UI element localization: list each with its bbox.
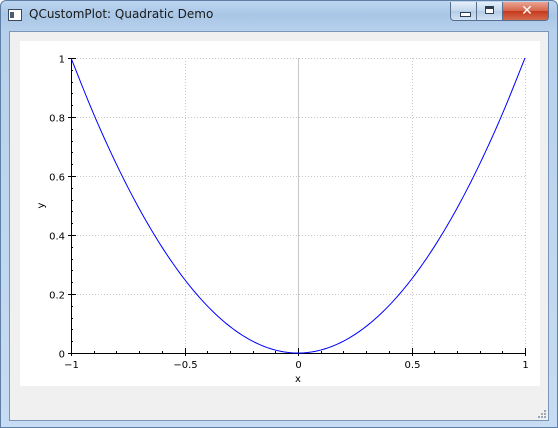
x-tick-label: 1: [522, 360, 528, 371]
x-axis-label: x: [295, 374, 301, 385]
x-tick-label: −0.5: [173, 360, 197, 371]
y-tick-label: 1: [59, 55, 65, 66]
minimize-icon: [460, 12, 471, 17]
maximize-icon: [485, 6, 494, 14]
close-icon: ✕: [521, 3, 533, 19]
title-bar[interactable]: QCustomPlot: Quadratic Demo ✕: [1, 1, 557, 31]
app-window: QCustomPlot: Quadratic Demo ✕ −1 −0.5 0 0.5…: [0, 0, 558, 428]
window-title: QCustomPlot: Quadratic Demo: [29, 7, 214, 21]
plot-canvas[interactable]: −1 −0.5 0 0.5 1 0 0.2 0.4 0.6 0.8 1 x y: [20, 41, 540, 386]
x-tick-label: −1: [64, 360, 79, 371]
maximize-button[interactable]: [476, 2, 503, 21]
minimize-button[interactable]: [450, 2, 477, 21]
app-window-icon[interactable]: [8, 9, 22, 21]
y-tick-label: 0.2: [49, 291, 65, 302]
close-button[interactable]: ✕: [502, 2, 549, 21]
y-tick-label: 0.8: [49, 114, 65, 125]
y-tick-label: 0: [59, 350, 65, 361]
client-area: −1 −0.5 0 0.5 1 0 0.2 0.4 0.6 0.8 1 x y: [9, 31, 549, 421]
y-tick-label: 0.4: [49, 232, 65, 243]
x-tick-label: 0.5: [405, 360, 421, 371]
custom-plot[interactable]: −1 −0.5 0 0.5 1 0 0.2 0.4 0.6 0.8 1 x y: [20, 41, 540, 386]
resize-grip-icon[interactable]: [537, 409, 547, 419]
y-tick-label: 0.6: [49, 173, 65, 184]
x-tick-label: 0: [295, 360, 301, 371]
y-axis-label: y: [36, 202, 47, 208]
